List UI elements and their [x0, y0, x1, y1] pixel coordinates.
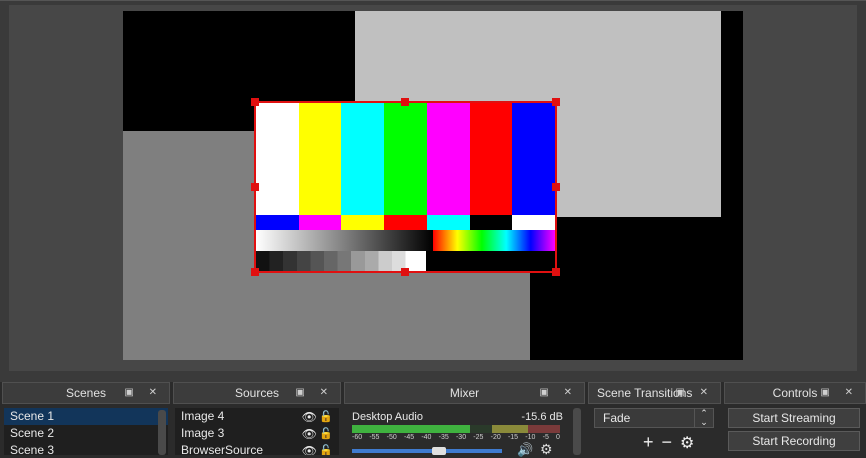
sources-title: Sources: [234, 386, 280, 400]
scene-item[interactable]: Scene 1: [4, 408, 168, 425]
dock-float-close-buttons[interactable]: ▣ ✕: [124, 387, 163, 398]
meter-scale: -60 -55 -50 -45 -40 -35 -30 -25 -20 -15 -10 -5…: [352, 434, 560, 441]
transition-select[interactable]: Fade ⌃ ⌄: [594, 408, 714, 428]
selected-source-color-bars[interactable]: [251, 98, 560, 276]
transitions-dock-title: Scene Transitions ▣ ✕: [588, 382, 721, 404]
dock-float-close-buttons[interactable]: ▣ ✕: [295, 387, 334, 398]
sources-dock: Sources ▣ ✕ Image 4 👁 🔓 Image 3 👁 🔓 Brow…: [173, 382, 341, 455]
remove-icon[interactable]: −: [662, 432, 681, 452]
sources-dock-title: Sources ▣ ✕: [173, 382, 341, 404]
chevron-up-down-icon: ⌃ ⌄: [694, 409, 713, 427]
transition-selected: Fade: [603, 411, 631, 425]
source-name: BrowserSource: [181, 443, 264, 455]
start-streaming-button[interactable]: Start Streaming: [728, 408, 860, 428]
volume-meter: [352, 425, 560, 433]
controls-dock: Controls ▣ ✕ Start Streaming Start Recor…: [724, 382, 866, 455]
scene-transitions-dock: Scene Transitions ▣ ✕ Fade ⌃ ⌄ +−⚙: [588, 382, 721, 455]
eye-icon[interactable]: 👁: [302, 426, 317, 443]
mixer-channel: Desktop Audio -15.6 dB -60 -55 -50 -45 -40…: [352, 408, 581, 458]
channel-name: Desktop Audio: [352, 411, 423, 423]
source-item[interactable]: BrowserSource 👁 🔓: [175, 442, 339, 455]
gear-icon[interactable]: ⚙: [540, 441, 553, 458]
resize-handle[interactable]: [251, 183, 259, 191]
dock-float-close-buttons[interactable]: ▣ ✕: [539, 387, 578, 398]
resize-handle[interactable]: [251, 268, 259, 276]
add-icon[interactable]: +: [643, 432, 662, 452]
channel-level: -15.6 dB: [521, 411, 563, 423]
resize-handle[interactable]: [401, 268, 409, 276]
sources-list: Image 4 👁 🔓 Image 3 👁 🔓 BrowserSource 👁 …: [175, 408, 339, 455]
scenes-title: Scenes: [65, 386, 107, 400]
mixer-dock-title: Mixer ▣ ✕: [344, 382, 585, 404]
resize-handle[interactable]: [552, 98, 560, 106]
mixer-title: Mixer: [449, 386, 480, 400]
scenes-scrollbar[interactable]: [158, 410, 166, 455]
scene-item[interactable]: Scene 2: [4, 425, 168, 442]
volume-slider[interactable]: [352, 449, 502, 453]
source-item[interactable]: Image 4 👁 🔓: [175, 408, 339, 425]
scenes-dock-title: Scenes ▣ ✕: [2, 382, 170, 404]
gradient-row: [256, 230, 555, 251]
source-name: Image 4: [181, 409, 225, 423]
source-name: Image 3: [181, 426, 225, 440]
resize-handle[interactable]: [401, 98, 409, 106]
lock-icon[interactable]: 🔓: [319, 409, 333, 426]
lock-icon[interactable]: 🔓: [319, 426, 333, 443]
scene-item[interactable]: Scene 3: [4, 442, 168, 455]
gear-icon[interactable]: ⚙: [680, 435, 702, 452]
eye-icon[interactable]: 👁: [302, 409, 317, 426]
volume-slider-handle[interactable]: [432, 447, 446, 455]
dock-float-close-buttons[interactable]: ▣ ✕: [820, 387, 859, 398]
source-item[interactable]: Image 3 👁 🔓: [175, 425, 339, 442]
eye-hidden-icon[interactable]: 👁: [302, 443, 317, 455]
scenes-list: Scene 1 Scene 2 Scene 3: [4, 408, 168, 455]
scenes-dock: Scenes ▣ ✕ Scene 1 Scene 2 Scene 3: [2, 382, 170, 455]
color-bars: [256, 103, 556, 215]
resize-handle[interactable]: [251, 98, 259, 106]
preview-canvas[interactable]: [123, 11, 743, 360]
resize-handle[interactable]: [552, 183, 560, 191]
mixer-scrollbar[interactable]: [573, 408, 581, 455]
start-recording-button[interactable]: Start Recording: [728, 431, 860, 451]
speaker-icon[interactable]: 🔊: [517, 442, 533, 458]
lock-icon[interactable]: 🔓: [319, 443, 333, 455]
dock-float-close-buttons[interactable]: ▣ ✕: [675, 387, 714, 398]
reverse-bars: [256, 215, 556, 230]
transition-tools: +−⚙: [643, 432, 702, 453]
controls-dock-title: Controls ▣ ✕: [724, 382, 866, 404]
resize-handle[interactable]: [552, 268, 560, 276]
mixer-dock: Mixer ▣ ✕ Desktop Audio -15.6 dB -60 -55 …: [344, 382, 585, 458]
controls-title: Controls: [772, 386, 818, 400]
